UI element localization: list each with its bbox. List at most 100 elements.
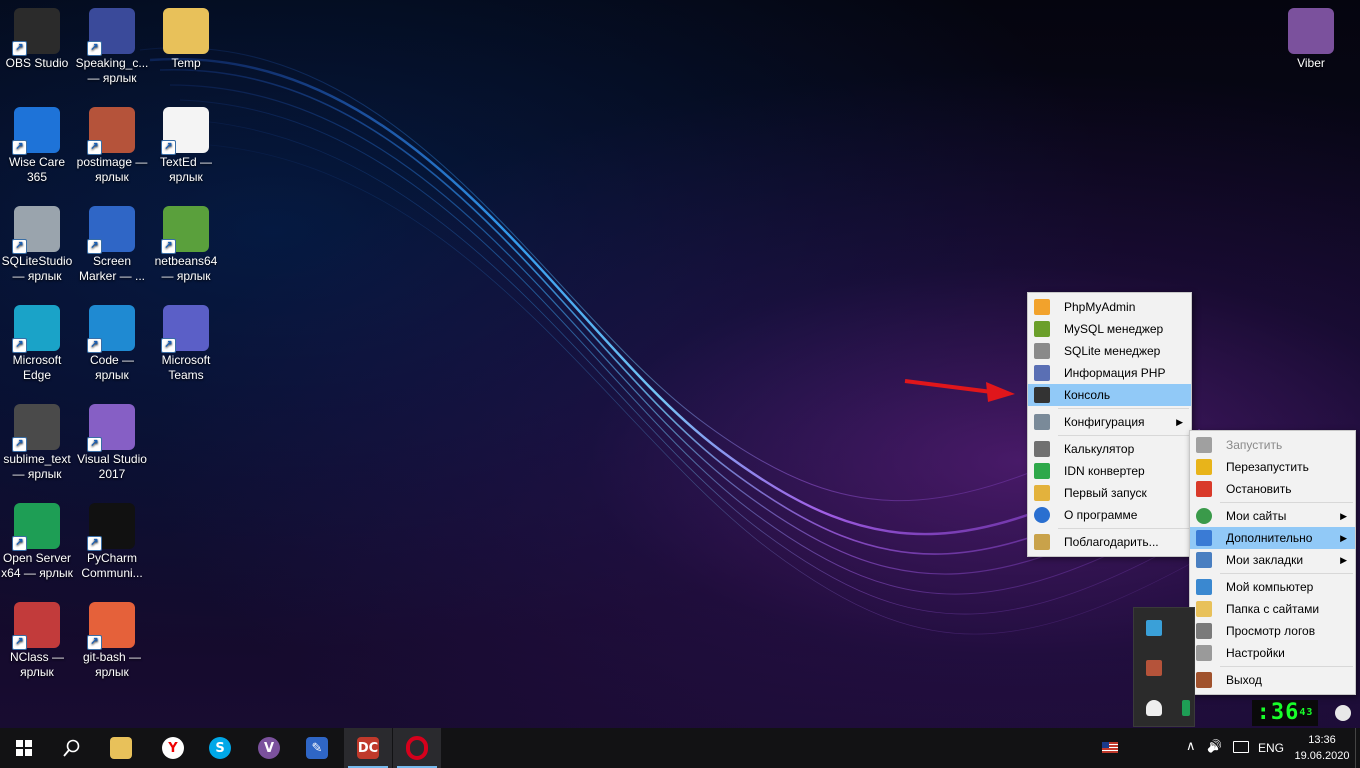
menu-item-idn-converter[interactable]: IDN конвертер	[1028, 460, 1191, 482]
menu-item-exit-door[interactable]: Выход	[1190, 669, 1355, 691]
open-server-main-menu: Запустить Перезапустить Остановить Мои сайт…	[1189, 430, 1356, 695]
dc-taskbar-icon: DC	[357, 737, 379, 759]
skype-icon: S	[209, 737, 231, 759]
desktop-shortcut[interactable]: ↗ postimage — ярлык	[75, 107, 149, 185]
volume-icon[interactable]: 🔊	[1207, 739, 1222, 753]
menu-item-heidisql[interactable]: MySQL менеджер	[1028, 318, 1191, 340]
clock-icon: ↗	[87, 8, 135, 56]
desktop-shortcut[interactable]: ↗ Open Server x64 — ярлык	[0, 503, 74, 581]
taskbar-app-button[interactable]: O	[393, 728, 441, 768]
desktop-shortcut[interactable]: ↗ SQLiteStudio — ярлык	[0, 206, 74, 284]
desktop-clock-widget: :3643	[1252, 700, 1318, 726]
desktop-shortcut[interactable]: ↗ Microsoft Teams	[149, 305, 223, 383]
menu-item-thank[interactable]: Поблагодарить...	[1028, 531, 1191, 553]
menu-item-label: MySQL менеджер	[1064, 322, 1164, 336]
alarm-clock-icon[interactable]	[1335, 705, 1351, 721]
menu-item-red-flag[interactable]: Остановить	[1190, 478, 1355, 500]
desktop-shortcut-label: OBS Studio	[5, 56, 69, 70]
taskbar-app-button[interactable]: S	[196, 728, 244, 768]
shortcut-arrow-icon: ↗	[12, 41, 27, 56]
bookmarks-icon	[1196, 552, 1212, 568]
desktop-shortcut[interactable]: ↗ Microsoft Edge	[0, 305, 74, 383]
menu-separator	[1220, 573, 1353, 574]
menu-separator	[1058, 435, 1189, 436]
menu-item-php-info[interactable]: Информация PHP	[1028, 362, 1191, 384]
pycharm-icon: ↗	[87, 503, 135, 551]
clock-time: 13:36	[1308, 734, 1336, 746]
menu-item-computer[interactable]: Мой компьютер	[1190, 576, 1355, 598]
obs-studio-icon: ↗	[12, 8, 60, 56]
desktop-shortcut[interactable]: ↗ git-bash — ярлык	[75, 602, 149, 680]
taskbar-app-button[interactable]: Y	[149, 728, 197, 768]
tray-overflow-popup	[1133, 607, 1195, 727]
menu-item-calculator[interactable]: Калькулятор	[1028, 438, 1191, 460]
menu-item-label: Запустить	[1226, 438, 1283, 452]
desktop-shortcut[interactable]: ↗ TextEd — ярлык	[149, 107, 223, 185]
desktop-shortcut-label: Microsoft Edge	[12, 353, 62, 382]
desktop-shortcut[interactable]: ↗ Code — ярлык	[75, 305, 149, 383]
menu-item-first-run[interactable]: Первый запуск	[1028, 482, 1191, 504]
menu-item-bookmarks[interactable]: Мои закладки ▶	[1190, 549, 1355, 571]
taskbar-app-button[interactable]: DC	[344, 728, 392, 768]
menu-item-console[interactable]: Консоль	[1028, 384, 1191, 406]
desktop-clock-digits: :36	[1256, 700, 1300, 725]
desktop-shortcut[interactable]: ↗ Visual Studio 2017	[75, 404, 149, 482]
menu-item-settings[interactable]: Настройки	[1190, 642, 1355, 664]
menu-item-info[interactable]: О программе	[1028, 504, 1191, 526]
tray-overflow-button[interactable]: ∧	[1186, 739, 1196, 754]
desktop-shortcut[interactable]: ↗ PyCharm Communi...	[75, 503, 149, 581]
shortcut-arrow-icon: ↗	[87, 635, 102, 650]
desktop-shortcut-label: sublime_text — ярлык	[3, 452, 71, 481]
shortcut-arrow-icon: ↗	[87, 140, 102, 155]
network-icon[interactable]	[1233, 741, 1249, 753]
php-info-icon	[1034, 365, 1050, 381]
language-indicator[interactable]: ENG	[1258, 741, 1284, 755]
taskbar-app-button[interactable]	[97, 728, 145, 768]
wise-care-shield-icon: ↗	[12, 107, 60, 155]
desktop-shortcut-label: Viber	[1297, 56, 1325, 70]
tray-security-shield-icon[interactable]	[1146, 700, 1162, 716]
taskbar-app-button[interactable]: V	[245, 728, 293, 768]
desktop-shortcut[interactable]: ↗ netbeans64 — ярлык	[149, 206, 223, 284]
edge-icon: ↗	[12, 305, 60, 353]
menu-item-sqlite-manager[interactable]: SQLite менеджер	[1028, 340, 1191, 362]
desktop-shortcut[interactable]: ↗ Wise Care 365	[0, 107, 74, 185]
menu-item-phpmyadmin[interactable]: PhpMyAdmin	[1028, 296, 1191, 318]
menu-item-label: Перезапустить	[1226, 460, 1309, 474]
tray-open-server-flag-icon[interactable]	[1182, 700, 1190, 716]
start-button[interactable]	[0, 728, 48, 768]
desktop-shortcut[interactable]: Temp	[149, 8, 223, 71]
logs-icon	[1196, 623, 1212, 639]
desktop-shortcut[interactable]: ↗ OBS Studio	[0, 8, 74, 71]
tray-postimage-icon[interactable]	[1146, 660, 1162, 676]
desktop-shortcut-label: Open Server x64 — ярлык	[1, 551, 73, 580]
yandex-browser-icon: Y	[162, 737, 184, 759]
menu-item-logs[interactable]: Просмотр логов	[1190, 620, 1355, 642]
info-icon	[1034, 507, 1050, 523]
exit-door-icon	[1196, 672, 1212, 688]
menu-item-folder[interactable]: Папка с сайтами	[1190, 598, 1355, 620]
desktop-shortcut-label: SQLiteStudio — ярлык	[1, 254, 73, 283]
menu-item-gray-flag[interactable]: Запустить	[1190, 434, 1355, 456]
shortcut-arrow-icon: ↗	[12, 635, 27, 650]
menu-item-yellow-flag[interactable]: Перезапустить	[1190, 456, 1355, 478]
submenu-arrow-icon: ▶	[1340, 533, 1347, 543]
desktop-shortcut[interactable]: ↗ NClass — ярлык	[0, 602, 74, 680]
desktop-shortcut[interactable]: ↗ Screen Marker — ...	[75, 206, 149, 284]
screen-marker-taskbar-icon: ✎	[306, 737, 328, 759]
us-flag-icon[interactable]	[1102, 742, 1118, 753]
search-button[interactable]	[48, 728, 96, 768]
desktop-shortcut[interactable]: ↗ sublime_text — ярлык	[0, 404, 74, 482]
system-clock[interactable]: 13:36 19.06.2020	[1292, 732, 1352, 764]
search-icon	[63, 739, 80, 757]
menu-item-additional[interactable]: Дополнительно ▶	[1190, 527, 1355, 549]
visual-studio-icon: ↗	[87, 404, 135, 452]
shortcut-arrow-icon: ↗	[161, 140, 176, 155]
desktop-shortcut[interactable]: Viber	[1274, 8, 1348, 71]
taskbar-app-button[interactable]: ✎	[293, 728, 341, 768]
menu-item-wrench[interactable]: Конфигурация ▶	[1028, 411, 1191, 433]
desktop-shortcut[interactable]: ↗ Speaking_c... — ярлык	[75, 8, 149, 86]
show-desktop-button[interactable]	[1355, 728, 1360, 768]
menu-item-globe[interactable]: Мои сайты ▶	[1190, 505, 1355, 527]
tray-network-manager-icon[interactable]	[1146, 620, 1162, 636]
